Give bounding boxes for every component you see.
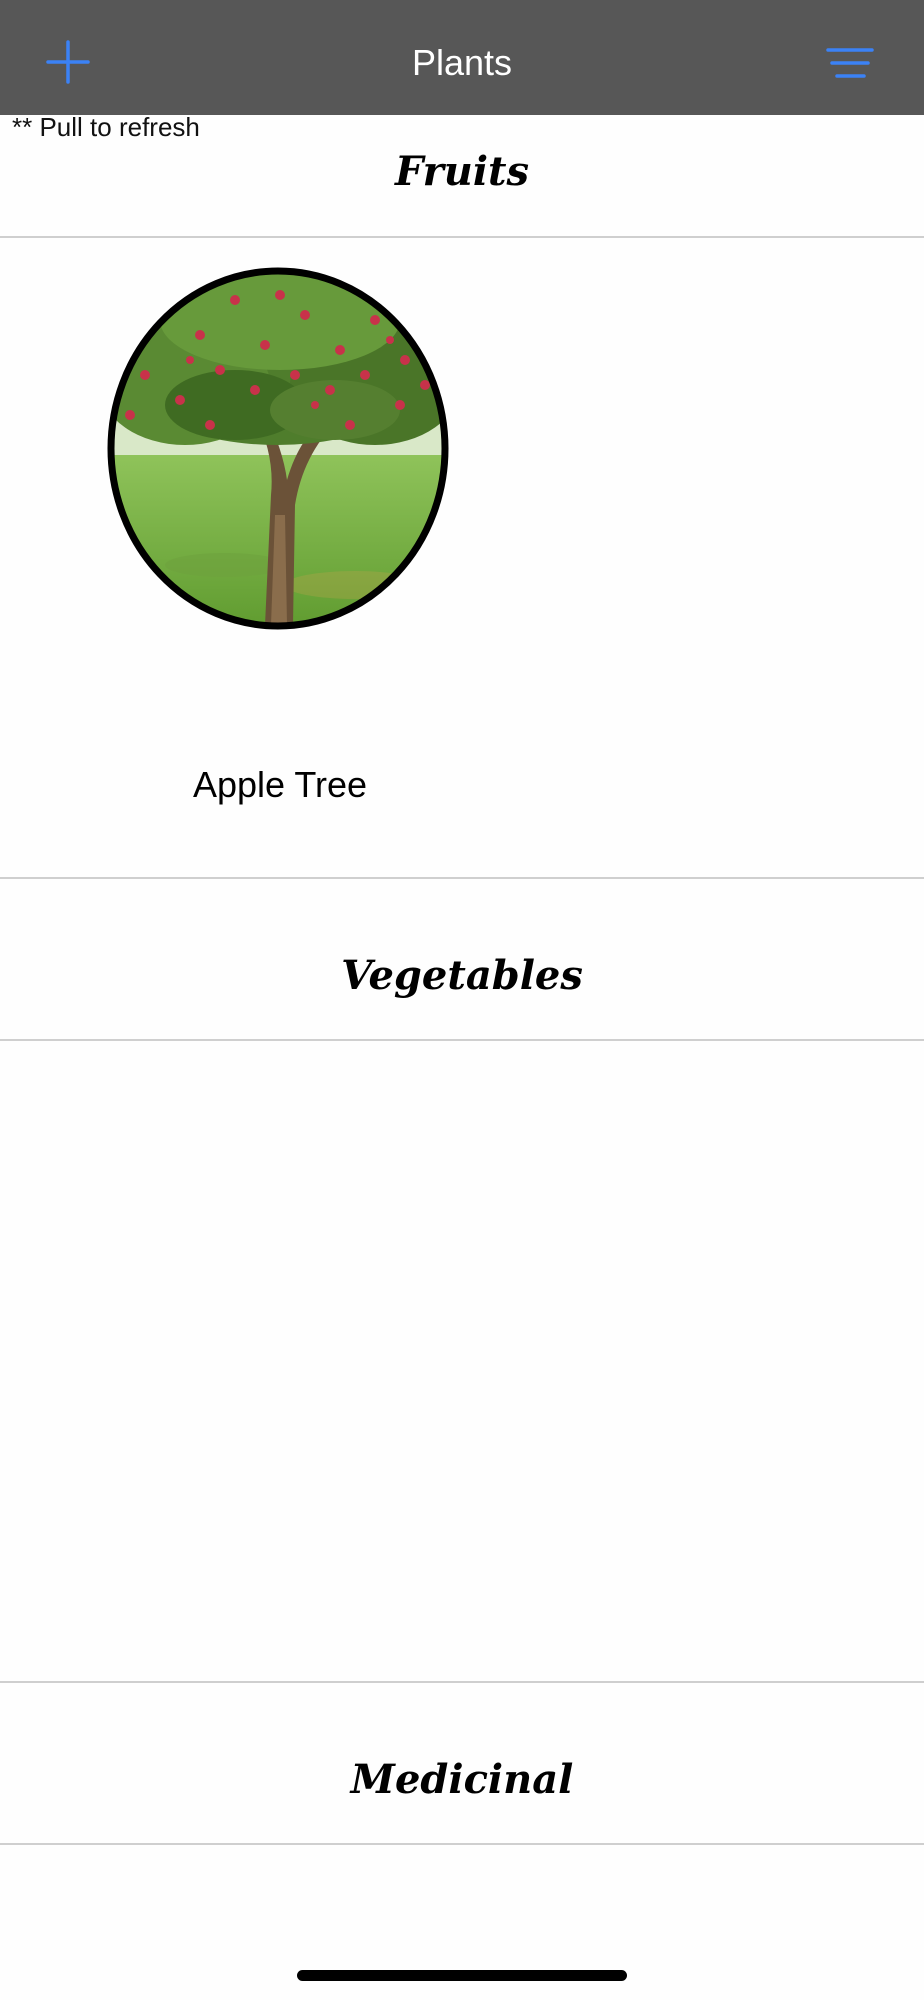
pull-to-refresh-hint: ** Pull to refresh bbox=[12, 112, 200, 142]
navigation-bar: Plants bbox=[0, 0, 924, 115]
section-header-fruits: Fruits bbox=[394, 148, 530, 195]
divider bbox=[0, 877, 924, 879]
section-header-vegetables: Vegetables bbox=[341, 952, 583, 999]
plant-card-apple-tree[interactable]: Apple Tree bbox=[0, 238, 560, 878]
apple-tree-photo bbox=[107, 267, 449, 630]
plant-name: Apple Tree bbox=[192, 764, 368, 805]
page-title: Plants bbox=[411, 42, 513, 83]
hamburger-menu-icon[interactable] bbox=[826, 44, 874, 82]
divider bbox=[0, 1681, 924, 1683]
home-indicator bbox=[297, 1970, 627, 1981]
divider bbox=[0, 1039, 924, 1041]
section-header-medicinal: Medicinal bbox=[350, 1756, 574, 1803]
divider bbox=[0, 1843, 924, 1845]
